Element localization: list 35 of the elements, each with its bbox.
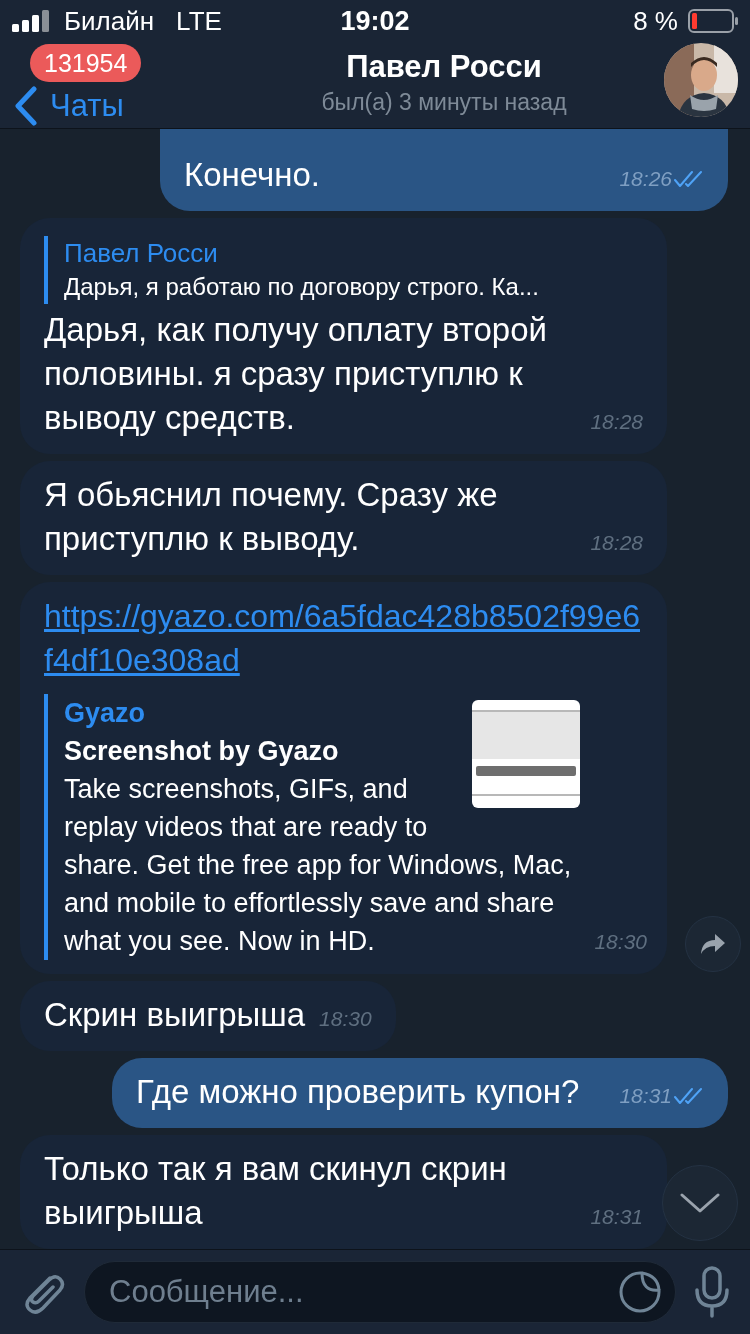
chat-title: Павел Росси xyxy=(346,48,542,85)
message-text: Дарья, как получу оплату второй половины. я сразу приступлю к выводу средств. xyxy=(44,310,548,438)
preview-description: Take screenshots, GIFs, and replay videos that are ready to share. Get the free app for Windows, Mac, and mobile to effortlessly save and share what you see. Now in HD. xyxy=(64,774,572,956)
unread-badge: 131954 xyxy=(30,44,142,82)
forward-button[interactable] xyxy=(685,916,741,972)
message-time: 18:28 xyxy=(590,409,643,435)
message-time: 18:30 xyxy=(594,929,647,955)
message-text: Скрин выигрыша xyxy=(44,995,306,1035)
message-time: 18:31 xyxy=(590,1204,643,1230)
message-time: 18:28 xyxy=(590,530,643,556)
message-text: Конечно. xyxy=(184,155,320,195)
sticker-icon[interactable] xyxy=(618,1270,662,1314)
battery-icon xyxy=(688,9,738,33)
preview-site-name: Gyazo xyxy=(64,697,147,730)
message-text: Я обьяснил почему. Сразу же приступлю к выводу. xyxy=(44,475,499,559)
chevron-down-icon xyxy=(680,1192,720,1214)
network-type: LTE xyxy=(176,5,222,37)
reply-author: Павел Росси xyxy=(64,237,219,270)
clock-time: 19:02 xyxy=(340,5,410,37)
back-button[interactable]: Чаты xyxy=(14,86,124,126)
message-link[interactable]: https://gyazo.com/6a5fdac428b8502f99e6f4df10e308ad xyxy=(44,594,647,682)
message-time: 18:30 xyxy=(319,1006,372,1032)
battery-percent: 8 % xyxy=(633,5,678,37)
message-input[interactable]: Сообщение... xyxy=(84,1261,676,1323)
message-text: Где можно проверить купон? xyxy=(136,1072,580,1112)
reply-text: Дарья, я работаю по договору строго. Ка... xyxy=(64,272,540,302)
last-seen-status: был(а) 3 минуты назад xyxy=(321,88,567,116)
message-text: Только так я вам скинул скрин выигрыша xyxy=(44,1149,508,1233)
share-arrow-icon xyxy=(700,933,726,955)
back-chevron-icon xyxy=(14,86,38,126)
carrier-name: Билайн xyxy=(64,5,155,37)
message-time: 18:31 xyxy=(619,1083,672,1109)
message-time: 18:26 xyxy=(619,166,672,192)
preview-title: Screenshot by Gyazo xyxy=(64,735,340,768)
microphone-icon[interactable] xyxy=(694,1266,730,1318)
